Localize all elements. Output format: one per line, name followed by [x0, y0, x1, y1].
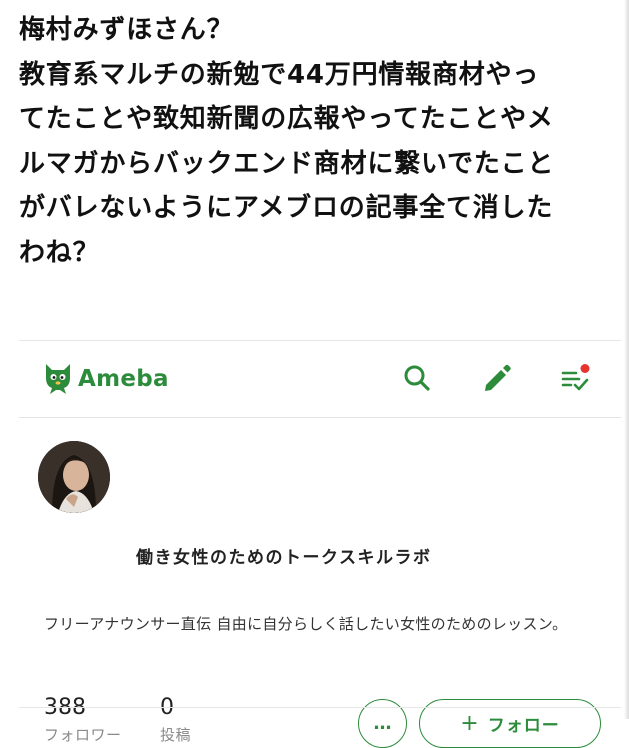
posts-stat[interactable]: 0 投稿 — [160, 694, 191, 745]
search-icon[interactable] — [402, 363, 432, 393]
followers-label: フォロワー — [44, 726, 122, 744]
avatar[interactable] — [38, 441, 110, 513]
followers-count: 388 — [44, 695, 86, 720]
ameba-logo[interactable]: Ameba — [42, 360, 169, 398]
blog-profile: 働き女性のためのトークスキルラボ フリーアナウンサー直伝 自由に自分らしく話した… — [19, 418, 621, 748]
more-dots-icon: … — [373, 713, 392, 734]
followers-stat[interactable]: 388 フォロワー — [44, 694, 122, 745]
ameba-mascot-icon — [46, 364, 70, 394]
bottom-divider — [19, 707, 621, 708]
posts-label: 投稿 — [160, 726, 192, 744]
post-body: 梅村みずほさん？ 教育系マルチの新勉で44万円情報商材やっ てたことや致知新聞の… — [19, 8, 621, 275]
post-line: がバレないようにアメブロの記事全て消した — [19, 193, 554, 223]
post-line: てたことや致知新聞の広報やってたことやメ — [19, 104, 554, 134]
blog-description: フリーアナウンサー直伝 自由に自分らしく話したい女性のためのレッスン。 — [44, 615, 568, 633]
posts-count: 0 — [160, 695, 174, 720]
post-line: 梅村みずほさん？ — [19, 15, 234, 45]
post-line: ルマガからバックエンド商材に繋いでたこと — [19, 148, 555, 179]
follow-label: フォロー — [487, 716, 560, 736]
avatar-portrait-icon — [38, 441, 110, 513]
window-edge — [624, 0, 629, 719]
ameba-blog-card[interactable]: Ameba 働き女性のためのトークスキルラボ フリーアナウンサー直伝 自由に自分… — [19, 340, 621, 748]
edit-pencil-icon[interactable] — [482, 363, 512, 393]
post-line: わね？ — [19, 237, 100, 268]
feed-list-icon[interactable] — [560, 363, 590, 393]
post-line: 教育系マルチの新勉で44万円情報商材やっ — [19, 59, 540, 90]
ameba-header: Ameba — [19, 341, 621, 418]
plus-icon: + — [460, 711, 480, 736]
ameba-logo-text: Ameba — [78, 366, 169, 392]
notification-dot-icon — [580, 364, 590, 373]
blog-title[interactable]: 働き女性のためのトークスキルラボ — [136, 543, 432, 568]
